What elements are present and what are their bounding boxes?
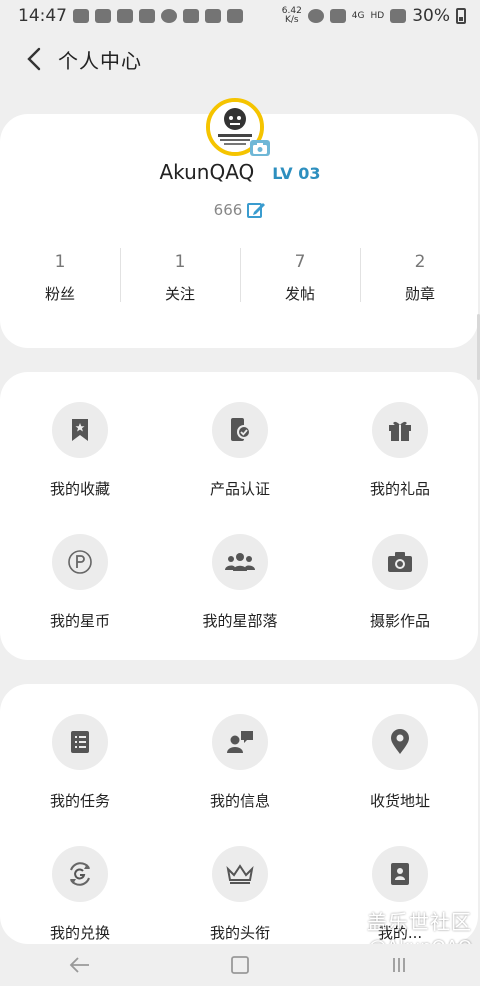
status-bar: 14:47 6.42 K/s 4G HD 30% bbox=[0, 0, 480, 32]
bookmark-star-icon bbox=[52, 402, 108, 458]
menu-label: 我的星币 bbox=[49, 612, 110, 630]
menu-item-favorites[interactable]: 我的收藏 bbox=[0, 402, 160, 498]
chevron-left-icon bbox=[27, 47, 41, 71]
menu-item-gifts[interactable]: 我的礼品 bbox=[320, 402, 480, 498]
group-icon bbox=[212, 534, 268, 590]
battery-icon bbox=[456, 8, 466, 24]
coin-p-icon bbox=[52, 534, 108, 590]
menu-label: 我的信息 bbox=[209, 792, 270, 810]
menu-label: 我的星部落 bbox=[202, 612, 278, 630]
menu-item-messages[interactable]: 我的信息 bbox=[160, 714, 320, 810]
net-speed-unit: K/s bbox=[284, 15, 299, 25]
stat-label: 发帖 bbox=[284, 285, 315, 303]
system-nav-bar bbox=[0, 944, 480, 986]
level-badge: LV 03 bbox=[272, 164, 321, 183]
menu-item-tribe[interactable]: 我的星部落 bbox=[160, 534, 320, 630]
badge-id-icon bbox=[372, 846, 428, 902]
menu-grid-1: 我的收藏 产品认证 我的礼品 我的星币 我的星部落 摄影作品 bbox=[0, 402, 480, 630]
edit-icon[interactable] bbox=[246, 200, 266, 220]
menu-label: 我的兑换 bbox=[49, 924, 110, 942]
stat-label: 粉丝 bbox=[44, 285, 75, 303]
stat-value: 7 bbox=[294, 252, 306, 272]
menu-label: 摄影作品 bbox=[369, 612, 430, 630]
signal-label: 4G bbox=[351, 10, 365, 21]
menu-label: 收货地址 bbox=[369, 792, 430, 810]
menu-label: 我的头衔 bbox=[209, 924, 270, 942]
device-verified-icon bbox=[212, 402, 268, 458]
menu-item-exchange[interactable]: 我的兑换 bbox=[0, 846, 160, 942]
stat-value: 1 bbox=[54, 252, 66, 272]
translate-icon bbox=[139, 9, 155, 23]
heart-icon bbox=[205, 9, 221, 23]
menu-label: 产品认证 bbox=[209, 480, 270, 498]
menu-label: 我的礼品 bbox=[369, 480, 430, 498]
stat-posts[interactable]: 7 发帖 bbox=[240, 246, 360, 304]
stats-row: 1 粉丝 1 关注 7 发帖 2 勋章 bbox=[0, 246, 480, 304]
square-icon bbox=[231, 956, 249, 974]
net-speed: 6.42 K/s bbox=[282, 7, 302, 25]
wechat-icon bbox=[73, 9, 89, 23]
hd-label: HD bbox=[370, 10, 385, 21]
stat-medals[interactable]: 2 勋章 bbox=[360, 246, 480, 304]
menu-item-tasks[interactable]: 我的任务 bbox=[0, 714, 160, 810]
wechat-icon bbox=[95, 9, 111, 23]
menu-label: 我的任务 bbox=[49, 792, 110, 810]
wifi-icon bbox=[329, 9, 346, 23]
task-list-icon bbox=[52, 714, 108, 770]
lock-icon bbox=[183, 9, 199, 23]
menu-item-address[interactable]: 收货地址 bbox=[320, 714, 480, 810]
username-row: AkunQAQ LV 03 bbox=[0, 160, 480, 184]
nav-home-button[interactable] bbox=[220, 947, 260, 983]
status-time: 14:47 bbox=[18, 6, 67, 26]
battery-percent: 30% bbox=[412, 6, 450, 26]
watermark-community: 盖乐世社区 bbox=[367, 910, 472, 934]
menu-item-product-verify[interactable]: 产品认证 bbox=[160, 402, 320, 498]
recents-icon bbox=[393, 958, 405, 972]
menu-item-titles[interactable]: 我的头衔 bbox=[160, 846, 320, 942]
stat-followers[interactable]: 1 粉丝 bbox=[0, 246, 120, 304]
avatar-camera-button[interactable] bbox=[250, 140, 270, 156]
menu-item-coins[interactable]: 我的星币 bbox=[0, 534, 160, 630]
nav-recents-button[interactable] bbox=[380, 947, 420, 983]
wechat-icon bbox=[117, 9, 133, 23]
account-icon bbox=[161, 9, 177, 23]
camera-icon bbox=[372, 534, 428, 590]
stat-value: 1 bbox=[174, 252, 186, 272]
app-header: 个人中心 bbox=[0, 36, 480, 82]
username: AkunQAQ bbox=[159, 160, 255, 184]
status-left: 14:47 bbox=[18, 6, 243, 26]
status-right: 6.42 K/s 4G HD 30% bbox=[282, 6, 466, 26]
signal-icon bbox=[390, 9, 407, 23]
stat-label: 勋章 bbox=[404, 285, 435, 303]
signature-row: 666 bbox=[0, 200, 480, 220]
nav-back-button[interactable] bbox=[60, 947, 100, 983]
crown-icon bbox=[212, 846, 268, 902]
message-user-icon bbox=[212, 714, 268, 770]
menu-item-photography[interactable]: 摄影作品 bbox=[320, 534, 480, 630]
menu-label: 我的收藏 bbox=[49, 480, 110, 498]
back-button[interactable] bbox=[14, 36, 54, 82]
signature-text: 666 bbox=[213, 201, 243, 219]
exchange-g-icon bbox=[52, 846, 108, 902]
stat-following[interactable]: 1 关注 bbox=[120, 246, 240, 304]
gift-icon bbox=[372, 402, 428, 458]
location-pin-icon bbox=[372, 714, 428, 770]
stat-value: 2 bbox=[414, 252, 426, 272]
image-icon bbox=[227, 9, 243, 23]
camera-icon bbox=[253, 142, 267, 154]
stat-label: 关注 bbox=[164, 285, 195, 303]
alarm-icon bbox=[307, 9, 324, 23]
arrow-left-icon bbox=[69, 957, 89, 973]
page-title: 个人中心 bbox=[58, 48, 142, 73]
